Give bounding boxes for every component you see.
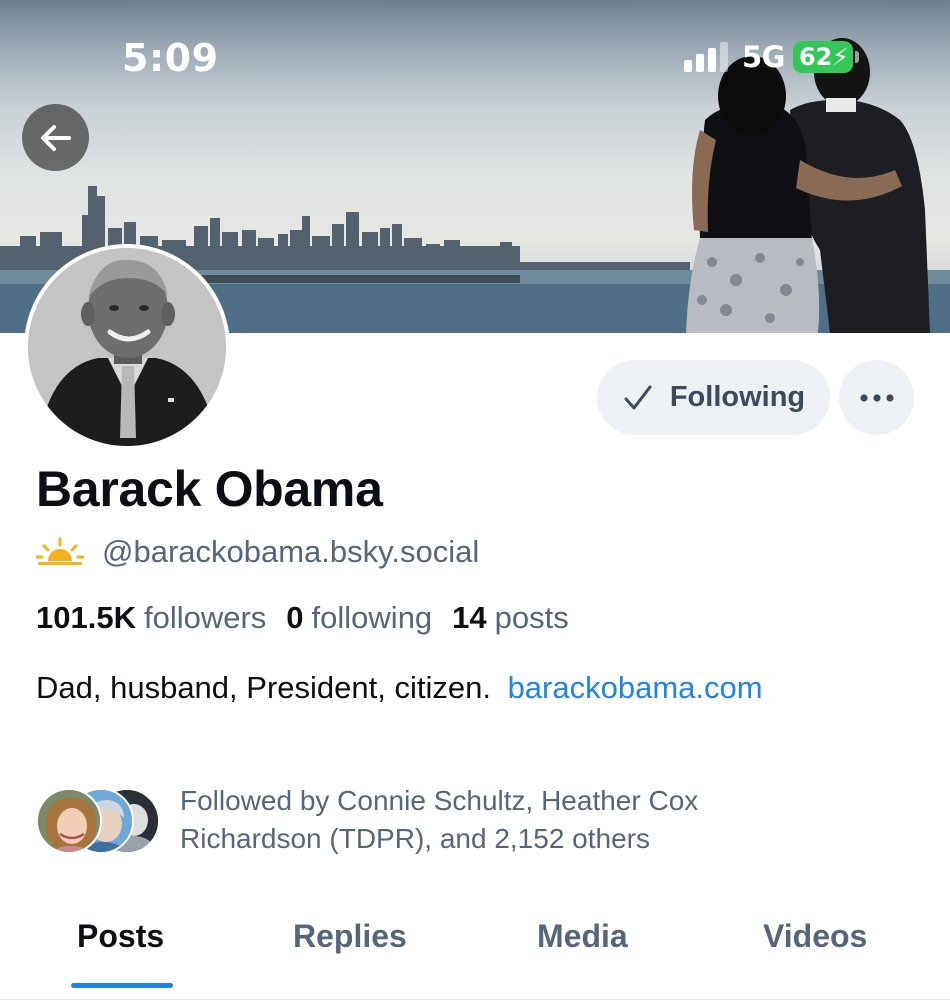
sun-icon xyxy=(36,537,84,565)
profile-bio: Dad, husband, President, citizen. barack… xyxy=(36,670,763,706)
known-followers-avatars[interactable] xyxy=(36,788,160,854)
battery-icon: 62 ⚡ xyxy=(792,41,853,73)
network-type: 5G xyxy=(742,40,785,74)
profile-stats: 101.5K followers 0 following 14 posts xyxy=(36,600,589,636)
tab-posts[interactable]: Posts xyxy=(77,918,164,955)
status-indicators: 5G 62 ⚡ xyxy=(684,40,859,74)
avatar xyxy=(36,788,102,854)
tab-videos[interactable]: Videos xyxy=(763,918,867,955)
handle-row: @barackobama.bsky.social xyxy=(36,534,479,570)
charging-bolt-icon: ⚡ xyxy=(832,43,849,71)
battery-cap xyxy=(854,51,859,63)
profile-tabs: Posts Replies Media Videos xyxy=(0,900,950,1000)
checkmark-icon xyxy=(624,385,652,409)
followers-count[interactable]: 101.5K xyxy=(36,600,136,636)
handle[interactable]: @barackobama.bsky.social xyxy=(102,534,479,570)
posts-count: 14 xyxy=(452,600,487,635)
ellipsis-icon xyxy=(859,393,894,402)
followed-by-text[interactable]: Followed by Connie Schultz, Heather Cox … xyxy=(180,782,820,858)
following-count[interactable]: 0 xyxy=(286,600,303,636)
cellular-signal-icon xyxy=(684,42,728,72)
bio-link[interactable]: barackobama.com xyxy=(508,670,763,705)
display-name: Barack Obama xyxy=(36,461,383,517)
active-tab-indicator xyxy=(71,983,173,988)
following-button-label: Following xyxy=(669,381,806,413)
avatar-image xyxy=(28,248,226,446)
back-button[interactable] xyxy=(22,104,89,171)
more-options-button[interactable] xyxy=(839,360,914,435)
posts-label: posts xyxy=(494,600,569,635)
tab-replies[interactable]: Replies xyxy=(293,918,407,955)
following-button[interactable]: Following xyxy=(597,360,830,435)
avatar[interactable] xyxy=(24,244,230,450)
followers-label[interactable]: followers xyxy=(144,600,266,636)
status-time: 5:09 xyxy=(122,36,219,80)
bio-text: Dad, husband, President, citizen. xyxy=(36,670,491,705)
following-label[interactable]: following xyxy=(312,600,433,636)
arrow-left-icon xyxy=(40,124,71,151)
tab-media[interactable]: Media xyxy=(537,918,628,955)
battery-percent: 62 xyxy=(798,43,833,71)
